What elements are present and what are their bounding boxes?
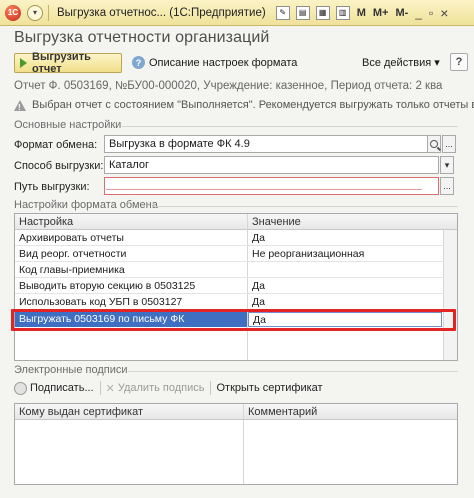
value-cell[interactable]: Да [248,279,442,294]
table-row[interactable]: Выводить вторую секцию в 0503125 Да [15,279,457,294]
column-header-setting[interactable]: Настройка [15,214,247,230]
play-icon [20,58,27,68]
divider [128,371,458,372]
table-header: Настройка Значение [15,214,457,230]
warning-icon: ! [14,99,26,111]
upload-report-label: Выгрузить отчет [32,51,91,75]
dropdown-button[interactable]: ▾ [440,156,454,174]
table-row[interactable]: Вид реорг. отчетности Не реорганизационн… [15,247,457,262]
exchange-format-field[interactable]: Выгрузка в формате ФК 4.9 [104,135,428,153]
browse-button[interactable]: ... [440,177,454,195]
table-row[interactable]: Архивировать отчеты Да [15,231,457,246]
delete-signature-label: Удалить подпись [117,382,205,394]
open-certificate-label: Открыть сертификат [216,382,323,394]
table-header: Кому выдан сертификат Комментарий [15,404,457,420]
upload-method-field[interactable]: Каталог [104,156,439,174]
open-certificate-button[interactable]: Открыть сертификат [216,382,322,394]
divider [48,4,49,21]
column-divider [243,404,244,484]
delete-icon: ✕ [105,382,115,395]
sign-label: Подписать... [30,382,94,394]
page-title: Выгрузка отчетности организаций [14,29,270,46]
upload-path-label: Путь выгрузки: [14,181,90,193]
table-row[interactable]: Код главы-приемника [15,263,457,278]
table-scrollbar[interactable] [443,230,457,360]
upload-report-button[interactable]: Выгрузить отчет [14,51,122,75]
setting-cell: Вид реорг. отчетности [19,248,127,260]
main-menu-button[interactable]: ▾ [26,4,44,22]
memory-plus-button[interactable]: M+ [373,7,389,19]
app-menu-button[interactable]: 1С [4,4,22,22]
help-button[interactable]: ? [450,53,468,71]
setting-cell: Выводить вторую секцию в 0503125 [19,280,196,292]
all-actions-menu[interactable]: Все действия ▾ [362,56,440,69]
column-header-comment[interactable]: Комментарий [244,404,456,420]
selection-highlight [11,309,456,331]
app-logo-icon: 1С [5,4,21,21]
print-icon[interactable]: ▤ [295,5,310,20]
column-header-value[interactable]: Значение [248,214,442,230]
restore-button[interactable]: ▫ [429,6,433,20]
setting-cell: Код главы-приемника [19,264,125,276]
minimize-button[interactable]: _ [415,6,422,20]
favorite-icon[interactable]: ✎ [275,5,290,20]
search-icon [430,140,438,148]
table-row[interactable]: Использовать код УБП в 0503127 Да [15,295,457,310]
exchange-format-label: Формат обмена: [14,139,98,151]
sign-button[interactable]: Подписать... [14,381,94,395]
warning-message: ! Выбран отчет с состоянием "Выполняется… [14,99,474,111]
upload-method-label: Способ выгрузки: [14,160,104,172]
format-description-button[interactable]: ? Описание настроек формата [132,56,297,69]
report-info: Отчет Ф. 0503169, №БУ00-000020, Учрежден… [14,80,443,92]
exchange-settings-title: Настройки формата обмена [14,199,158,211]
help-icon: ? [132,56,145,69]
sign-icon [14,381,27,395]
upload-path-field[interactable] [104,177,439,195]
delete-signature-button[interactable]: ✕ Удалить подпись [106,382,205,395]
calendar-icon[interactable]: ▦ [315,5,330,20]
more-button[interactable]: ... [442,135,456,153]
divider [122,126,458,127]
calculator-icon[interactable]: ▥ [335,5,350,20]
command-bar: Выгрузить отчет ? Описание настроек форм… [14,51,468,75]
window-titlebar: 1С ▾ Выгрузка отчетнос... (1С:Предприяти… [0,0,474,26]
close-button[interactable]: × [440,5,448,21]
warning-text: Выбран отчет с состоянием "Выполняется".… [32,99,474,111]
memory-minus-button[interactable]: M- [395,7,408,19]
signatures-toolbar: Подписать... ✕ Удалить подпись Открыть с… [14,381,329,395]
setting-cell: Использовать код УБП в 0503127 [19,296,183,308]
format-description-label: Описание настроек формата [149,56,298,69]
divider [152,206,458,207]
window-title: Выгрузка отчетнос... (1С:Предприятие) [57,6,266,19]
value-cell[interactable]: Да [248,231,442,246]
chevron-down-icon: ▾ [444,159,450,170]
value-cell[interactable] [248,263,442,278]
settings-table: Настройка Значение Архивировать отчеты Д… [14,213,458,361]
basic-settings-title: Основные настройки [14,119,122,131]
value-cell[interactable]: Да [248,295,442,310]
chevron-down-icon: ▾ [27,4,43,21]
signatures-title: Электронные подписи [14,364,128,376]
signatures-table: Кому выдан сертификат Комментарий [14,403,458,485]
setting-cell: Архивировать отчеты [19,232,124,244]
divider [99,381,101,395]
search-button[interactable] [427,135,441,153]
column-header-issued-to[interactable]: Кому выдан сертификат [15,404,243,420]
value-cell[interactable]: Не реорганизационная [248,247,442,262]
memory-button[interactable]: M [357,7,366,19]
divider [210,381,212,395]
required-underline [106,189,422,190]
